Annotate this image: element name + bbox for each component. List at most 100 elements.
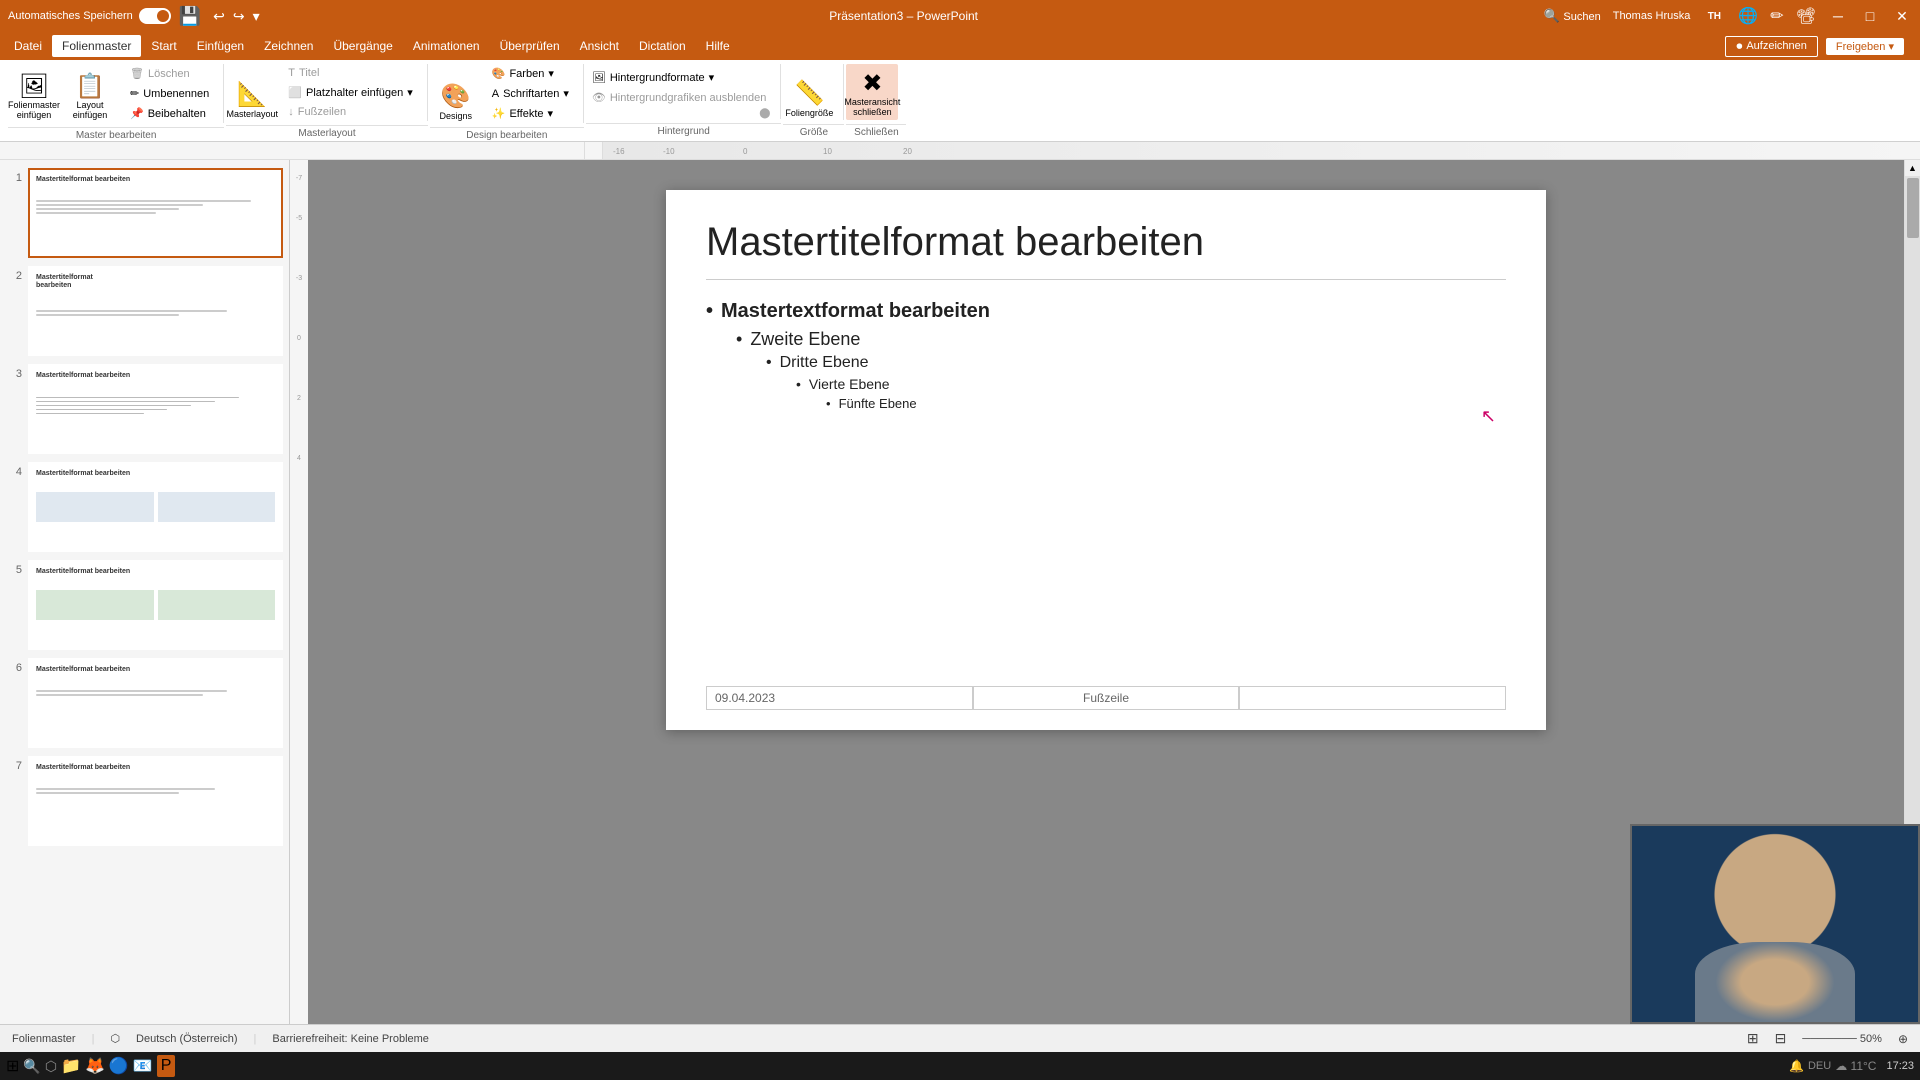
svg-text:2: 2 — [297, 395, 301, 402]
svg-text:4: 4 — [297, 455, 301, 462]
slide-thumb-5[interactable]: 5 Mastertitelformat bearbeiten — [6, 560, 283, 650]
accessibility[interactable]: Barrierefreiheit: Keine Probleme — [272, 1033, 429, 1045]
horizontal-ruler: -16 -10 0 10 20 — [0, 142, 1920, 160]
zoom-slider[interactable]: ─────── 50% — [1802, 1033, 1882, 1045]
title-bar: Automatisches Speichern 💾 ↩ ↪ ▾ Präsenta… — [0, 0, 1920, 32]
user-name: Thomas Hruska — [1613, 10, 1691, 22]
slide-thumb-4[interactable]: 4 Mastertitelformat bearbeiten — [6, 462, 283, 552]
platzhalter-einfuegen-button[interactable]: ⬜ Platzhalter einfügen ▾ — [282, 83, 418, 102]
undo-icon[interactable]: ↩ — [213, 8, 225, 25]
fusszeilen-button[interactable]: ↓ Fußzeilen — [282, 103, 418, 121]
slide-thumb-img-2[interactable]: Mastertitelformatbearbeiten — [28, 266, 283, 356]
menu-ansicht[interactable]: Ansicht — [570, 35, 629, 57]
separator2: | — [254, 1033, 257, 1045]
mail-icon[interactable]: 📧 — [133, 1056, 153, 1076]
customize-icon[interactable]: ▾ — [253, 8, 260, 25]
search-taskbar[interactable]: 🔍 — [23, 1058, 40, 1075]
chrome-icon[interactable]: 🔵 — [109, 1056, 129, 1076]
save-icon[interactable]: 💾 — [179, 6, 201, 27]
layout-einfuegen-button[interactable]: 📋 Layout einfügen — [64, 67, 116, 123]
search-box[interactable]: 🔍 Suchen — [1544, 8, 1601, 24]
taskview[interactable]: ⬡ — [45, 1058, 57, 1075]
hintergrundgrafiken-button[interactable]: 👁 Hintergrundgrafiken ausblenden — [586, 88, 773, 107]
masteransicht-schliessen-button[interactable]: ✖ Masteransicht schließen — [846, 64, 898, 120]
ribbon-group-schliessen: ✖ Masteransicht schließen Schließen — [846, 64, 906, 138]
footer-date[interactable]: 09.04.2023 — [706, 686, 973, 710]
menu-hilfe[interactable]: Hilfe — [696, 35, 740, 57]
menu-einfuegen[interactable]: Einfügen — [187, 35, 254, 57]
slide-thumb-img-6[interactable]: Mastertitelformat bearbeiten — [28, 658, 283, 748]
scroll-up-arrow[interactable]: ▲ — [1905, 160, 1920, 176]
slide-thumb-7[interactable]: 7 Mastertitelformat bearbeiten — [6, 756, 283, 846]
edge-icon[interactable]: 🌐 — [1738, 6, 1758, 26]
beibehalten-button[interactable]: 📌 Beibehalten — [124, 104, 215, 123]
menu-animationen[interactable]: Animationen — [403, 35, 490, 57]
powerpoint-taskbar[interactable]: P — [157, 1055, 176, 1077]
masterlayout-button[interactable]: 📐 Masterlayout — [226, 65, 278, 121]
hintergrundformate-button[interactable]: 🖼 Hintergrundformate ▾ — [586, 68, 773, 87]
language-indicator: DEU — [1808, 1060, 1831, 1072]
farben-button[interactable]: 🎨 Farben ▾ — [486, 64, 575, 83]
freigeben-button[interactable]: Freigeben ▾ — [1826, 38, 1904, 55]
slide-title[interactable]: Mastertitelformat bearbeiten — [706, 220, 1506, 280]
view-mode[interactable]: Folienmaster — [12, 1033, 76, 1045]
taskbar[interactable]: ⊞ 🔍 ⬡ 📁 🦊 🔵 📧 P 🔔 DEU ☁ 11°C 17:23 — [0, 1052, 1920, 1080]
hintergrundgrafiken-icon: 👁 — [592, 91, 606, 104]
start-button[interactable]: ⊞ — [6, 1056, 19, 1076]
language[interactable]: Deutsch (Österreich) — [136, 1033, 237, 1045]
slide-thumb-img-5[interactable]: Mastertitelformat bearbeiten — [28, 560, 283, 650]
status-bar: Folienmaster | ⬡ Deutsch (Österreich) | … — [0, 1024, 1920, 1052]
hintergrund-expand[interactable]: ⬤ — [586, 108, 773, 119]
footer-right[interactable] — [1239, 686, 1506, 710]
maximize-button[interactable]: □ — [1860, 6, 1880, 26]
normal-view-icon[interactable]: ⊞ — [1747, 1030, 1759, 1047]
menu-zeichnen[interactable]: Zeichnen — [254, 35, 323, 57]
designs-button[interactable]: 🎨 Designs — [430, 67, 482, 123]
effekte-button[interactable]: ✨ Effekte ▾ — [486, 104, 575, 123]
menu-datei[interactable]: Datei — [4, 35, 52, 57]
slide-thumb-img-1[interactable]: Mastertitelformat bearbeiten — [28, 168, 283, 258]
slide-panel[interactable]: 1 Mastertitelformat bearbeiten 2 Mastert… — [0, 160, 290, 1054]
menu-folienmaster[interactable]: Folienmaster — [52, 35, 141, 57]
scroll-thumb[interactable] — [1907, 178, 1919, 238]
effekte-dropdown[interactable]: ▾ — [548, 107, 554, 120]
slide-thumb-3[interactable]: 3 Mastertitelformat bearbeiten — [6, 364, 283, 454]
ribbon-group-master-bearbeiten: 🖼 Folienmaster einfügen 📋 Layout einfüge… — [8, 64, 224, 141]
effekte-icon: ✨ — [492, 107, 506, 120]
folienmaster-icon: 🖼 — [19, 75, 49, 99]
slide-thumb-1[interactable]: 1 Mastertitelformat bearbeiten — [6, 168, 283, 258]
slide-thumb-img-7[interactable]: Mastertitelformat bearbeiten — [28, 756, 283, 846]
footer-middle[interactable]: Fußzeile — [973, 686, 1240, 710]
design-label: Design bearbeiten — [430, 127, 584, 141]
schriftarten-dropdown[interactable]: ▾ — [563, 87, 569, 100]
notification-icon[interactable]: 🔔 — [1789, 1059, 1804, 1073]
menu-start[interactable]: Start — [141, 35, 186, 57]
folienmaster-einfuegen-button[interactable]: 🖼 Folienmaster einfügen — [8, 67, 60, 123]
autosave-toggle[interactable] — [139, 8, 171, 24]
schriftarten-button[interactable]: A Schriftarten ▾ — [486, 84, 575, 103]
slide-content[interactable]: • Mastertextformat bearbeiten • Zweite E… — [706, 300, 1506, 411]
menu-ueberpruefen[interactable]: Überprüfen — [490, 35, 570, 57]
menu-uebergaenge[interactable]: Übergänge — [323, 35, 402, 57]
umbenennen-button[interactable]: ✏ Umbenennen — [124, 84, 215, 103]
menu-dictation[interactable]: Dictation — [629, 35, 696, 57]
slide-thumb-img-3[interactable]: Mastertitelformat bearbeiten — [28, 364, 283, 454]
slide-thumb-6[interactable]: 6 Mastertitelformat bearbeiten — [6, 658, 283, 748]
titel-button[interactable]: T Titel — [282, 64, 418, 82]
fit-icon[interactable]: ⊕ — [1898, 1032, 1908, 1046]
slide-thumb-img-4[interactable]: Mastertitelformat bearbeiten — [28, 462, 283, 552]
farben-dropdown[interactable]: ▾ — [548, 67, 554, 80]
redo-icon[interactable]: ↪ — [233, 8, 245, 25]
explorer-icon[interactable]: 📁 — [61, 1056, 81, 1076]
foliengroesse-button[interactable]: 📏 Foliengröße — [783, 64, 835, 120]
aufzeichnen-button[interactable]: ⏺ Aufzeichnen — [1725, 36, 1818, 57]
platzhalter-dropdown[interactable]: ▾ — [407, 86, 413, 99]
slide-sorter-icon[interactable]: ⊟ — [1775, 1030, 1787, 1047]
slide-thumb-2[interactable]: 2 Mastertitelformatbearbeiten — [6, 266, 283, 356]
minimize-button[interactable]: ─ — [1828, 6, 1848, 26]
pen-icon[interactable]: ✏ — [1770, 6, 1783, 26]
firefox-icon[interactable]: 🦊 — [85, 1056, 105, 1076]
close-button[interactable]: ✕ — [1892, 6, 1912, 26]
loeschen-button[interactable]: 🗑 Löschen — [124, 64, 215, 83]
present-icon[interactable]: 📽 — [1796, 6, 1816, 26]
